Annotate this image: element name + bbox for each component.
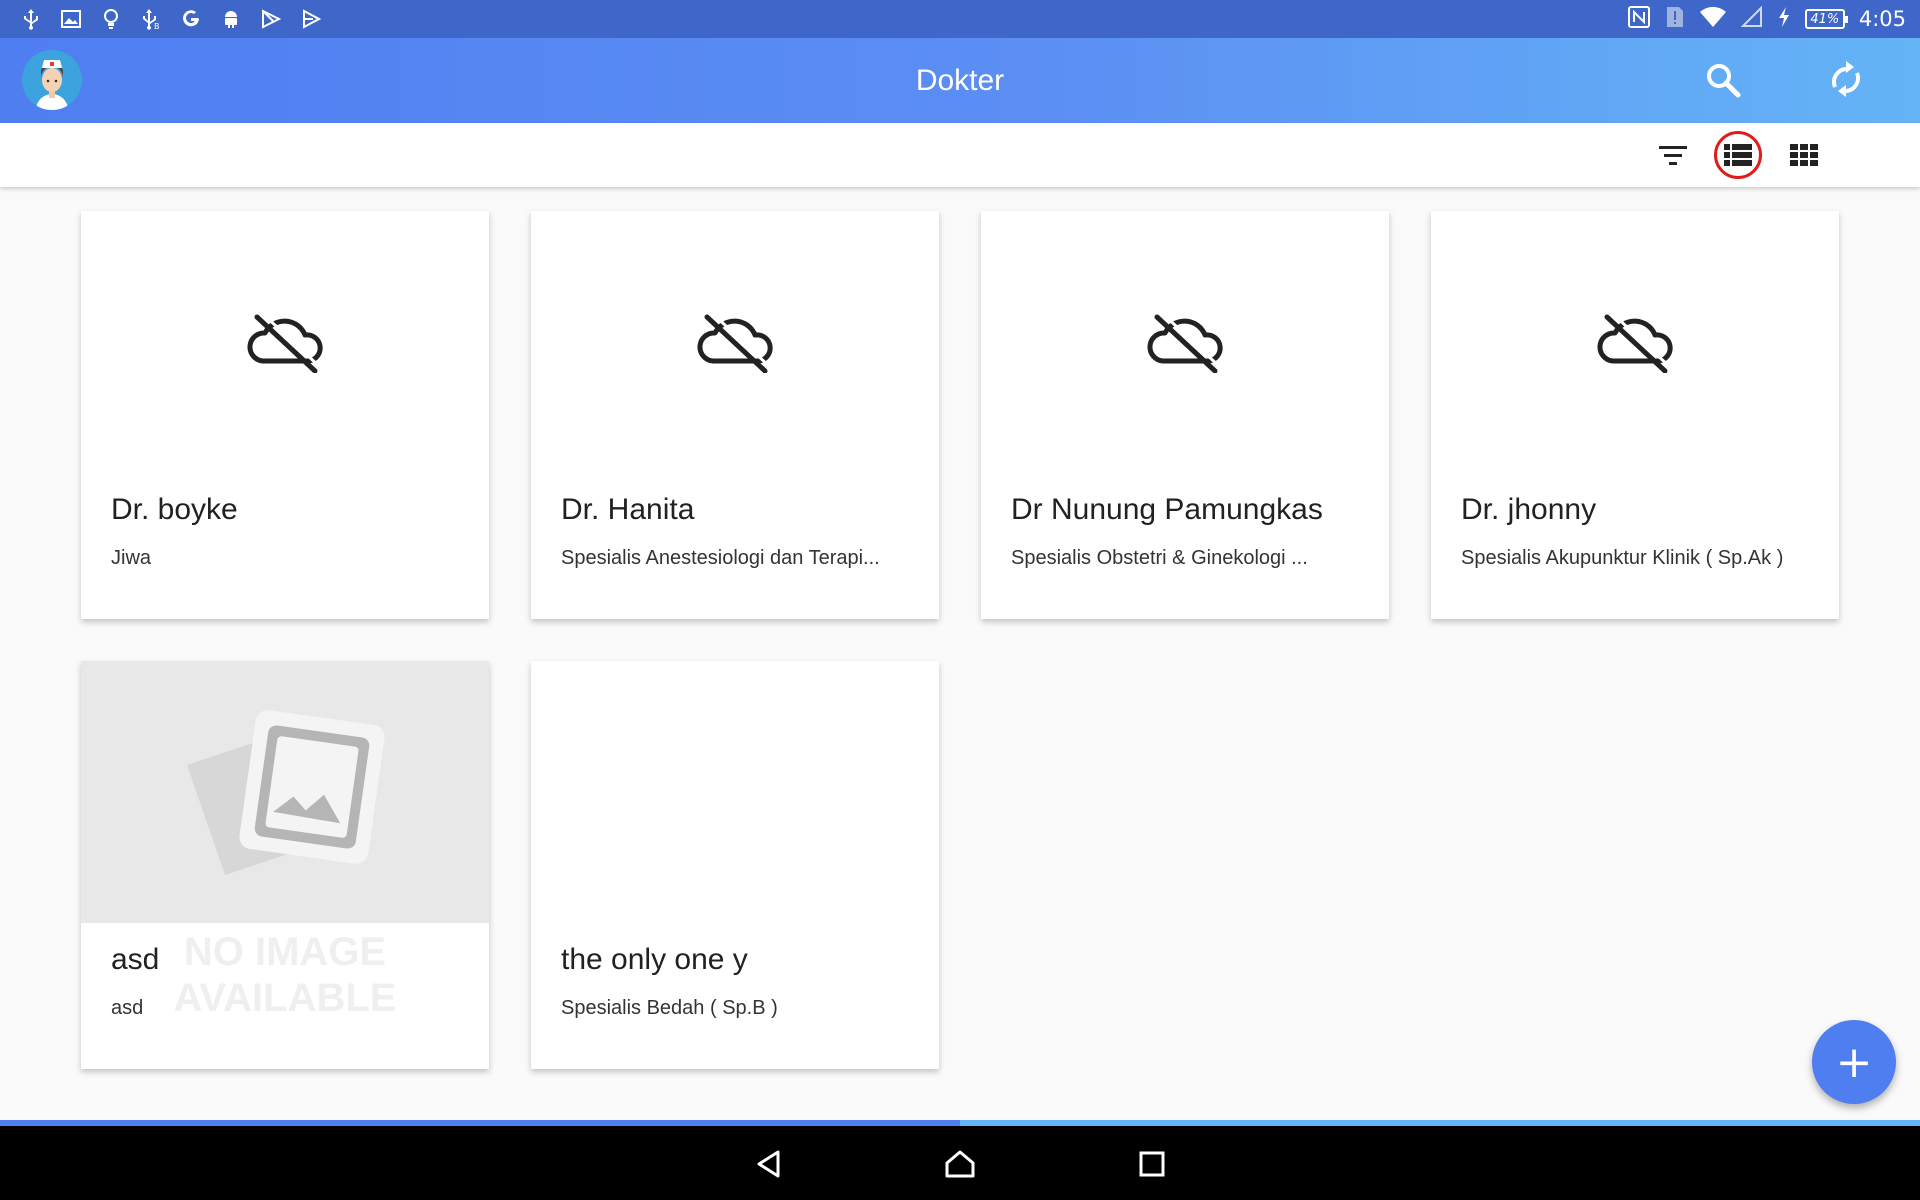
list-view-icon (1724, 144, 1752, 166)
avatar[interactable] (22, 50, 82, 110)
nurse-avatar-icon (22, 50, 82, 110)
cloud-off-icon (1597, 311, 1673, 373)
doctor-name: Dr. boyke (111, 493, 238, 526)
status-bar: B 41% 4:05 (0, 0, 1920, 38)
signal-icon (1740, 5, 1763, 32)
cloud-off-icon (247, 311, 323, 373)
no-image-placeholder-icon (187, 710, 385, 875)
play-store-icon (258, 6, 284, 32)
doctor-specialty: asd (111, 997, 144, 1019)
doctor-specialty: Spesialis Akupunktur Klinik ( Sp.Ak ) (1461, 547, 1784, 569)
doctor-name: the only one y (561, 943, 748, 976)
doctor-photo (1431, 211, 1839, 473)
doctor-specialty: Spesialis Obstetri & Ginekologi ... (1011, 547, 1308, 569)
doctor-name: Dr. jhonny (1461, 493, 1597, 526)
doctor-specialty: Spesialis Anestesiologi dan Terapi... (561, 547, 880, 569)
recents-icon (1139, 1151, 1165, 1177)
home-icon (945, 1150, 975, 1178)
usb-debug-icon: B (138, 6, 164, 32)
recents-button[interactable] (1128, 1140, 1176, 1188)
page-title: Dokter (915, 64, 1005, 97)
search-button[interactable] (1699, 56, 1747, 104)
grid-view-button[interactable] (1780, 131, 1828, 179)
play-icon (298, 6, 324, 32)
cloud-off-icon (1147, 311, 1223, 373)
grid-view-icon (1790, 144, 1818, 166)
home-button[interactable] (936, 1140, 984, 1188)
doctor-card[interactable]: Dr. jhonny Spesialis Akupunktur Klinik (… (1431, 211, 1839, 619)
cloud-off-icon (697, 311, 773, 373)
battery-indicator: 41% (1804, 9, 1848, 29)
back-button[interactable] (745, 1140, 793, 1188)
doctor-card[interactable]: Dr. boyke Jiwa (81, 211, 489, 619)
add-doctor-button[interactable]: + (1812, 1020, 1896, 1104)
doctor-name: asd (111, 943, 160, 976)
wifi-icon (1699, 6, 1727, 32)
filter-icon (1659, 146, 1687, 165)
sync-icon (1831, 61, 1861, 97)
plus-icon: + (1835, 1036, 1873, 1088)
doctor-card[interactable]: Dr Nunung Pamungkas Spesialis Obstetri &… (981, 211, 1389, 619)
nfc-icon (1627, 5, 1651, 33)
doctor-photo (81, 211, 489, 473)
doctor-specialty: Jiwa (111, 547, 152, 569)
filter-button[interactable] (1649, 131, 1697, 179)
clock: 4:05 (1858, 7, 1906, 31)
charging-icon (1777, 6, 1791, 32)
doctor-card[interactable]: the only one y Spesialis Bedah ( Sp.B ) (531, 661, 939, 1069)
sync-button[interactable] (1822, 56, 1870, 104)
doctor-name: Dr Nunung Pamungkas (1011, 493, 1323, 526)
doctor-photo (81, 661, 489, 923)
navigation-bar (0, 1126, 1920, 1200)
doctor-card[interactable]: Dr. Hanita Spesialis Anestesiologi dan T… (531, 211, 939, 619)
google-icon (178, 6, 204, 32)
sim-alert-icon (1665, 5, 1685, 33)
doctor-photo (981, 211, 1389, 473)
usb-icon (18, 6, 44, 32)
app-bar: Dokter (0, 38, 1920, 123)
list-view-button[interactable] (1714, 131, 1762, 179)
back-icon (757, 1150, 780, 1178)
doctor-card[interactable]: NO IMAGE AVAILABLE asd asd (81, 661, 489, 1069)
doctor-photo (531, 211, 939, 473)
image-icon (58, 6, 84, 32)
view-toolbar (0, 123, 1920, 187)
svg-text:B: B (154, 22, 160, 30)
android-icon (218, 6, 244, 32)
search-icon (1707, 64, 1741, 98)
doctor-photo (531, 661, 939, 923)
bulb-icon (98, 6, 124, 32)
doctor-specialty: Spesialis Bedah ( Sp.B ) (561, 997, 778, 1019)
doctor-name: Dr. Hanita (561, 493, 695, 526)
